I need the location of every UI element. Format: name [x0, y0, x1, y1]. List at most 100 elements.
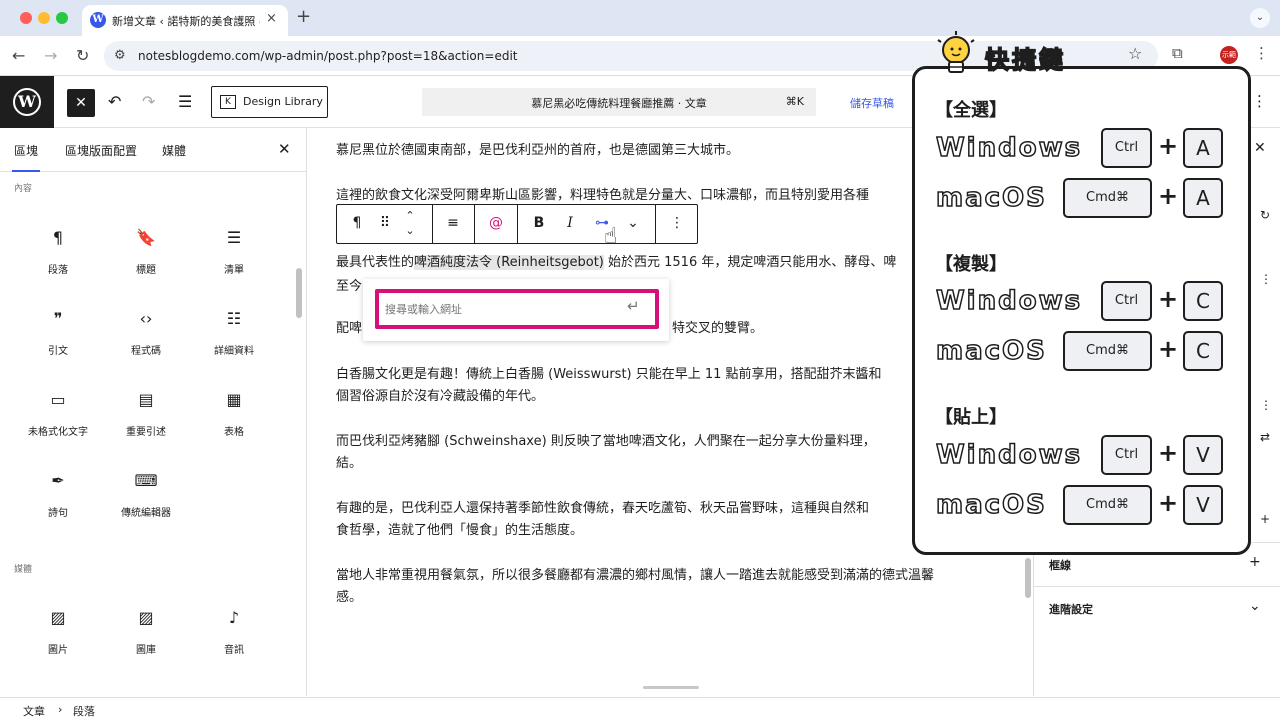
- document-overview-icon[interactable]: ☰: [178, 92, 192, 111]
- block-heading[interactable]: 🔖 標題: [102, 228, 190, 288]
- paragraph-block[interactable]: 慕尼黑位於德國東南部，是巴伐利亞州的首府，也是德國第三大城市。: [336, 139, 986, 163]
- redo-icon[interactable]: ↷: [142, 92, 155, 111]
- block-breadcrumb: 文章 › 段落: [0, 697, 1280, 720]
- details-icon: ☷: [226, 309, 242, 328]
- paragraph-line[interactable]: 結。: [336, 452, 986, 476]
- toolbar-divider: [517, 205, 518, 243]
- block-label: 引文: [48, 346, 68, 357]
- block-code[interactable]: ‹› 程式碼: [102, 309, 190, 369]
- paragraph-block[interactable]: 而巴伐利亞烤豬腳 (Schweinshaxe) 則反映了當地啤酒文化，人們聚在一…: [336, 430, 986, 454]
- block-list[interactable]: ☰ 清單: [190, 228, 278, 288]
- reload-icon[interactable]: ↻: [76, 46, 89, 65]
- save-draft-button[interactable]: 儲存草稿: [850, 95, 894, 111]
- paragraph-block[interactable]: 當地人非常重視用餐氣氛，所以很多餐廳都有濃濃的鄉村風情，讓人一踏進去就能感受到滿…: [336, 564, 986, 588]
- block-audio[interactable]: ♪ 音訊: [190, 608, 278, 668]
- tab-patterns[interactable]: 區塊版面配置: [65, 142, 137, 159]
- options-menu-icon[interactable]: ⋮: [1252, 92, 1267, 110]
- chevron-down-icon[interactable]: ⌄: [1249, 598, 1261, 614]
- advanced-panel[interactable]: 進階設定 ⌄: [1034, 586, 1280, 630]
- settings-reset-icon[interactable]: ↻: [1260, 208, 1270, 222]
- key-v: V: [1183, 485, 1223, 525]
- breadcrumb-paragraph[interactable]: 段落: [73, 703, 95, 719]
- lightbulb-icon: [937, 31, 975, 73]
- close-inserter-icon[interactable]: ✕: [278, 140, 291, 158]
- os-label-windows: Windows: [935, 132, 1083, 164]
- minimize-window-button[interactable]: [38, 12, 50, 24]
- plus-sign: +: [1158, 335, 1179, 363]
- block-paragraph[interactable]: ¶ 段落: [14, 228, 102, 288]
- link-popover: ↵: [363, 279, 669, 341]
- move-up-down-icon[interactable]: ⌃ ⌄: [400, 208, 420, 238]
- canvas-scrollbar[interactable]: [1025, 558, 1031, 598]
- tab-close-button[interactable]: ×: [266, 11, 277, 26]
- site-info-icon[interactable]: ⚙: [114, 48, 126, 63]
- close-window-button[interactable]: [20, 12, 32, 24]
- back-arrow-icon[interactable]: ←: [12, 46, 25, 65]
- italic-icon[interactable]: I: [560, 215, 580, 231]
- plus-sign: +: [1158, 439, 1179, 467]
- block-details[interactable]: ☷ 詳細資料: [190, 309, 278, 369]
- forward-arrow-icon[interactable]: →: [44, 46, 57, 65]
- paragraph-block-selected[interactable]: 最具代表性的啤酒純度法令 (Reinheitsgebot) 始於西元 1516 …: [336, 251, 986, 275]
- bold-icon[interactable]: B: [529, 215, 549, 231]
- paragraph-line[interactable]: 特交叉的雙臂。: [672, 317, 872, 341]
- plus-sign: +: [1158, 132, 1179, 160]
- block-verse[interactable]: ✒ 詩句: [14, 471, 102, 531]
- key-a: A: [1183, 128, 1223, 168]
- submit-link-icon[interactable]: ↵: [627, 297, 640, 315]
- new-tab-button[interactable]: +: [296, 6, 311, 27]
- block-table[interactable]: ▦ 表格: [190, 390, 278, 450]
- block-classic[interactable]: ⌨ 傳統編輯器: [102, 471, 190, 531]
- paragraph-type-icon[interactable]: ¶: [347, 215, 367, 231]
- tab-search-button[interactable]: ⌄: [1250, 8, 1270, 28]
- paragraph-line[interactable]: 感。: [336, 586, 986, 610]
- block-image[interactable]: ▨ 圖片: [14, 608, 102, 668]
- bookmark-star-icon[interactable]: ☆: [1128, 44, 1142, 63]
- command-shortcut: ⌘K: [785, 95, 804, 108]
- settings-add-icon[interactable]: +: [1260, 512, 1270, 526]
- block-gallery[interactable]: ▨ 圖庫: [102, 608, 190, 668]
- resize-handle[interactable]: [643, 686, 699, 689]
- paragraph-block[interactable]: 白香腸文化更是有趣！傳統上白香腸 (Weisswurst) 只能在早上 11 點…: [336, 363, 986, 387]
- undo-icon[interactable]: ↶: [108, 92, 121, 111]
- block-label: 程式碼: [131, 346, 161, 357]
- block-quote[interactable]: ❞ 引文: [14, 309, 102, 369]
- browser-tab-bar: W 新增文章 ‹ 諾特斯的美食護照 — × + ⌄: [0, 0, 1280, 36]
- block-pullquote[interactable]: ▤ 重要引述: [102, 390, 190, 450]
- align-icon[interactable]: ≡: [443, 215, 463, 231]
- paragraph-line[interactable]: 食哲學，造就了他們「慢食」的生活態度。: [336, 519, 986, 543]
- plus-icon[interactable]: +: [1249, 554, 1261, 570]
- settings-menu-icon[interactable]: ⋮: [1260, 398, 1272, 412]
- extensions-icon[interactable]: ⧉: [1172, 44, 1183, 62]
- profile-avatar[interactable]: 示範: [1220, 46, 1238, 64]
- paragraph-block[interactable]: 有趣的是，巴伐利亞人還保持著季節性飲食傳統，春天吃蘆筍、秋天品嘗野味，這種與自然…: [336, 497, 986, 521]
- block-options-icon[interactable]: ⋮: [667, 215, 687, 231]
- paragraph-line[interactable]: 個習俗源自於沒有冷藏設備的年代。: [336, 385, 986, 409]
- drag-handle-icon[interactable]: ⠿: [375, 215, 395, 231]
- key-ctrl: Ctrl: [1101, 128, 1152, 168]
- bookmark-icon: 🔖: [136, 228, 156, 247]
- block-preformatted[interactable]: ▭ 未格式化文字: [14, 390, 102, 450]
- close-settings-icon[interactable]: ✕: [1254, 140, 1266, 156]
- url-text[interactable]: notesblogdemo.com/wp-admin/post.php?post…: [138, 49, 517, 63]
- tab-media[interactable]: 媒體: [162, 142, 186, 159]
- section-heading-select-all: 【全選】: [935, 100, 1007, 121]
- wordpress-logo-button[interactable]: W: [0, 76, 54, 128]
- browser-tab[interactable]: W 新增文章 ‹ 諾特斯的美食護照 — ×: [82, 5, 288, 36]
- zoom-window-button[interactable]: [56, 12, 68, 24]
- inserter-scrollbar[interactable]: [296, 268, 302, 318]
- breadcrumb-separator: ›: [58, 703, 63, 716]
- close-inserter-button[interactable]: ✕: [67, 89, 95, 117]
- tab-blocks[interactable]: 區塊: [11, 142, 41, 172]
- settings-option-icon[interactable]: ⇄: [1260, 430, 1270, 444]
- command-palette-bar[interactable]: 慕尼黑必吃傳統料理餐廳推薦 · 文章 ⌘K: [422, 88, 816, 116]
- breadcrumb-post[interactable]: 文章: [23, 703, 45, 719]
- browser-menu-icon[interactable]: ⋮: [1254, 44, 1269, 62]
- design-library-button[interactable]: K Design Library: [211, 86, 328, 118]
- link-url-input[interactable]: [385, 298, 625, 320]
- more-formats-icon[interactable]: ⌄: [623, 215, 643, 231]
- mention-icon[interactable]: @: [486, 215, 506, 231]
- settings-menu-icon[interactable]: ⋮: [1260, 272, 1272, 286]
- preformatted-icon: ▭: [50, 390, 66, 409]
- code-icon: ‹›: [139, 309, 153, 328]
